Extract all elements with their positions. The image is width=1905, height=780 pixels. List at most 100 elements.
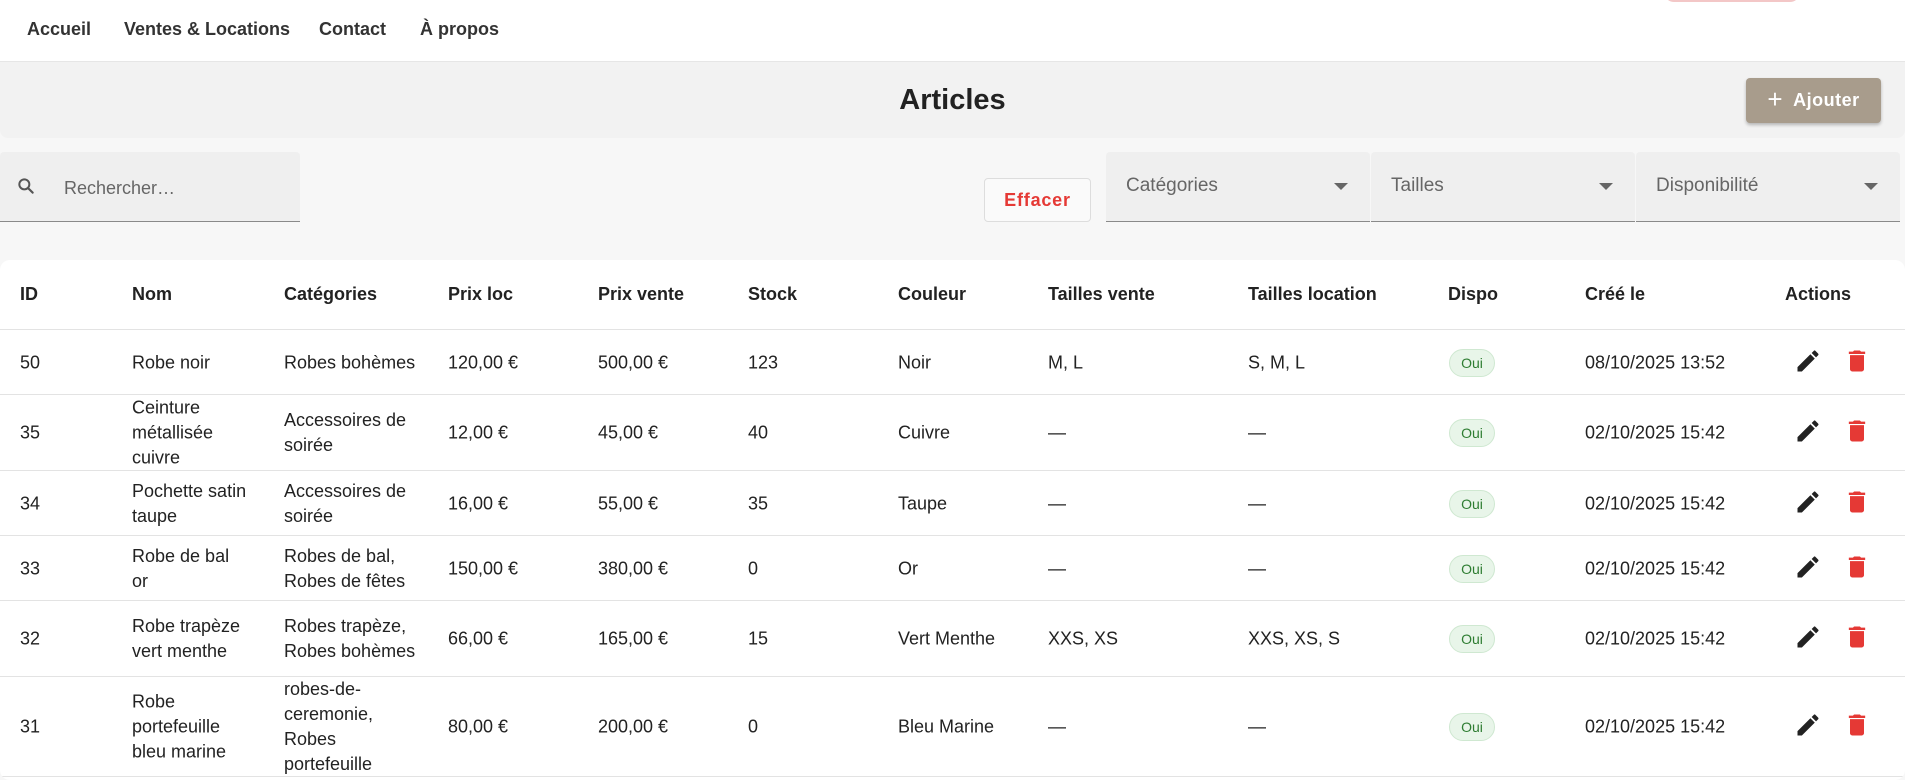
nav-ventes-locations[interactable]: Ventes & Locations (124, 19, 290, 40)
cell-cree-le: 08/10/2025 13:52 (1585, 352, 1726, 372)
availability-select-label: Disponibilité (1656, 175, 1759, 196)
cell-nom: Robe portefeuille bleu marine (132, 691, 227, 762)
table-row: 32 Robe trapèze vert menthe Robes trapèze,… (0, 601, 1905, 677)
clear-filters-button[interactable]: Effacer (984, 178, 1091, 222)
trash-icon[interactable] (1843, 623, 1871, 651)
nav-a-propos[interactable]: À propos (420, 19, 499, 40)
column-header-tailles-location[interactable]: Tailles location (1248, 284, 1377, 305)
add-article-button[interactable]: + Ajouter (1746, 78, 1881, 123)
cell-couleur: Vert Menthe (898, 628, 996, 649)
cell-tailles-location: XXS, XS, S (1248, 628, 1341, 649)
cell-cree-le: 02/10/2025 15:42 (1585, 558, 1726, 578)
cell-couleur: Or (898, 558, 918, 578)
cell-prix-vente: 55,00 € (598, 493, 659, 513)
cell-couleur: Taupe (898, 493, 948, 513)
column-header-couleur[interactable]: Couleur (898, 284, 966, 305)
column-header-id[interactable]: ID (20, 284, 38, 305)
column-header-stock[interactable]: Stock (748, 284, 797, 305)
cell-stock: 15 (748, 628, 769, 649)
cell-categories: robes-de-ceremonie, Robes portefeuille (284, 679, 374, 774)
articles-table: ID Nom Catégories Prix loc Prix vente St… (0, 260, 1905, 780)
page-title: Articles (899, 84, 1006, 116)
cell-cree-le: 02/10/2025 15:42 (1585, 716, 1726, 737)
pencil-icon[interactable] (1794, 488, 1822, 516)
table-row: 50 Robe noir Robes bohèmes 120,00 € 500,00 €… (0, 330, 1905, 395)
cell-prix-loc: 80,00 € (448, 716, 509, 737)
column-header-tailles-vente[interactable]: Tailles vente (1048, 284, 1155, 305)
cell-stock: 123 (748, 352, 779, 372)
caret-down-icon (1864, 183, 1878, 190)
categories-select[interactable]: Catégories (1106, 152, 1370, 222)
column-header-cree-le[interactable]: Créé le (1585, 284, 1645, 305)
cell-prix-vente: 45,00 € (598, 422, 659, 443)
cell-categories: Accessoires de soirée (284, 480, 407, 526)
column-header-actions: Actions (1785, 284, 1852, 304)
categories-select-label: Catégories (1126, 175, 1218, 196)
sizes-select-label: Tailles (1391, 175, 1444, 196)
pencil-icon[interactable] (1794, 417, 1822, 445)
cell-categories: Robes trapèze, Robes bohèmes (284, 616, 416, 661)
cell-nom: Ceinture métallisée cuivre (132, 397, 214, 468)
cell-couleur: Bleu Marine (898, 716, 995, 737)
table-row: 34 Pochette satin taupe Accessoires de soi… (0, 471, 1905, 536)
cell-id: 33 (20, 558, 41, 578)
cell-prix-loc: 150,00 € (448, 558, 519, 578)
cell-prix-loc: 66,00 € (448, 628, 509, 649)
nav-accueil[interactable]: Accueil (27, 19, 91, 40)
cell-tailles-vente: — (1048, 558, 1066, 578)
cell-cree-le: 02/10/2025 15:42 (1585, 422, 1726, 443)
cell-id: 31 (20, 716, 41, 737)
column-header-categories[interactable]: Catégories (284, 284, 377, 305)
table-row: 33 Robe de bal or Robes de bal, Robes de f… (0, 536, 1905, 601)
availability-select[interactable]: Disponibilité (1636, 152, 1900, 222)
column-header-prix-loc[interactable]: Prix loc (448, 284, 513, 305)
cell-nom: Robe noir (132, 352, 211, 372)
dispo-badge: Oui (1449, 419, 1495, 447)
dispo-badge: Oui (1449, 554, 1495, 583)
table-header: ID Nom Catégories Prix loc Prix vente St… (0, 260, 1905, 330)
cell-couleur: Cuivre (898, 422, 951, 443)
cell-tailles-vente: — (1048, 716, 1066, 737)
cell-tailles-location: — (1248, 493, 1266, 513)
trash-icon[interactable] (1843, 488, 1871, 516)
trash-icon[interactable] (1843, 417, 1871, 445)
dispo-badge: Oui (1449, 713, 1495, 741)
trash-icon[interactable] (1843, 347, 1871, 375)
cell-prix-vente: 200,00 € (598, 716, 669, 737)
cell-nom: Pochette satin taupe (132, 480, 247, 526)
dispo-badge: Oui (1449, 489, 1495, 518)
nav-contact[interactable]: Contact (319, 19, 386, 40)
cell-prix-loc: 16,00 € (448, 493, 509, 513)
account-pill[interactable] (1664, 0, 1800, 2)
search-input[interactable] (64, 174, 284, 202)
dispo-badge: Oui (1449, 625, 1495, 653)
cell-tailles-location: — (1248, 558, 1266, 578)
cell-tailles-vente: M, L (1048, 352, 1084, 372)
cell-stock: 40 (748, 422, 769, 443)
cell-categories: Robes bohèmes (284, 352, 416, 372)
column-header-nom[interactable]: Nom (132, 284, 172, 305)
cell-stock: 35 (748, 493, 769, 513)
pencil-icon[interactable] (1794, 347, 1822, 375)
cell-prix-vente: 380,00 € (598, 558, 669, 578)
trash-icon[interactable] (1843, 711, 1871, 739)
cell-tailles-location: — (1248, 422, 1266, 443)
add-button-label: Ajouter (1793, 90, 1860, 110)
cell-id: 50 (20, 352, 41, 372)
cell-categories: Robes de bal, Robes de fêtes (284, 545, 406, 591)
search-field (0, 152, 300, 222)
cell-cree-le: 02/10/2025 15:42 (1585, 628, 1726, 649)
cell-categories: Accessoires de soirée (284, 410, 407, 455)
column-header-dispo[interactable]: Dispo (1448, 284, 1498, 305)
pencil-icon[interactable] (1794, 711, 1822, 739)
column-header-prix-vente[interactable]: Prix vente (598, 284, 684, 305)
cell-prix-vente: 500,00 € (598, 352, 669, 372)
trash-icon[interactable] (1843, 553, 1871, 581)
title-bar: Articles + Ajouter (0, 62, 1905, 138)
pencil-icon[interactable] (1794, 553, 1822, 581)
cell-prix-vente: 165,00 € (598, 628, 669, 649)
pencil-icon[interactable] (1794, 623, 1822, 651)
cell-id: 34 (20, 493, 41, 513)
table-row: 35 Ceinture métallisée cuivre Accessoires … (0, 395, 1905, 471)
sizes-select[interactable]: Tailles (1371, 152, 1635, 222)
